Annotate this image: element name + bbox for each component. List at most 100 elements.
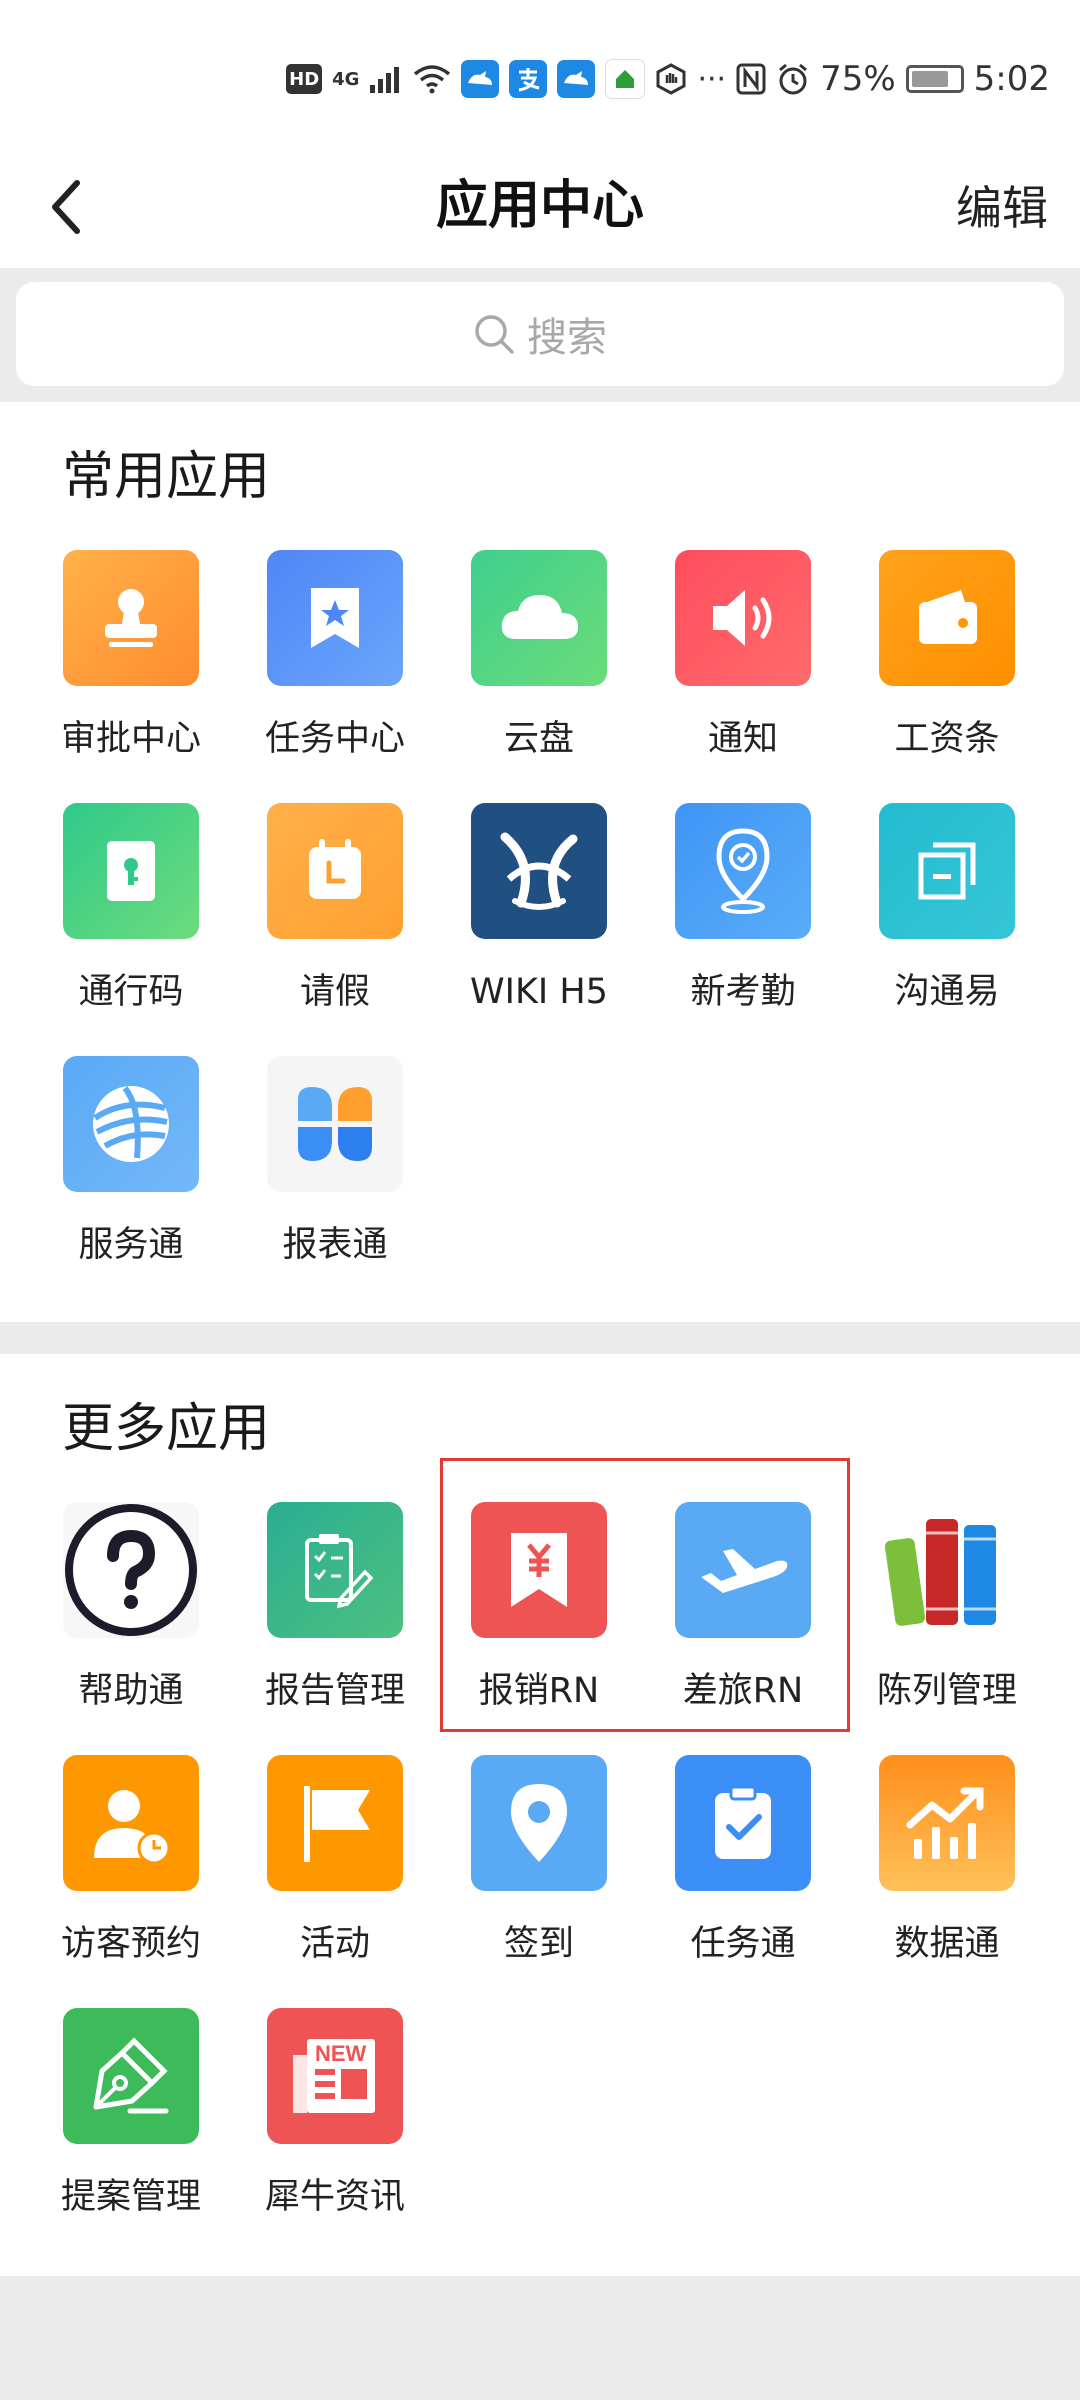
app-data-tong[interactable]: 数据通 xyxy=(845,1752,1049,1982)
app-label: 陈列管理 xyxy=(876,1671,1017,1711)
window-stack-icon xyxy=(879,803,1015,939)
status-bar: HD 4G ··· 75% 5:02 xyxy=(0,0,1080,150)
app-label: 任务通 xyxy=(690,1924,796,1964)
news-icon: NEW xyxy=(267,2008,403,2144)
app-label: 犀牛资讯 xyxy=(264,2177,405,2217)
chart-trend-icon xyxy=(879,1755,1015,1891)
app-label: 任务中心 xyxy=(264,719,405,759)
signal-icon xyxy=(369,65,403,93)
app-task-tong[interactable]: 任务通 xyxy=(641,1752,845,1982)
wifi-icon xyxy=(413,64,451,94)
rhino-app-icon-2 xyxy=(557,60,596,98)
app-help[interactable]: 帮助通 xyxy=(29,1499,233,1729)
app-approval-center[interactable]: 审批中心 xyxy=(29,547,233,777)
app-label: 云盘 xyxy=(503,719,574,759)
app-cloud-disk[interactable]: 云盘 xyxy=(437,547,641,777)
section-title: 更多应用 xyxy=(62,1399,271,1459)
anjuke-app-icon xyxy=(605,59,646,99)
app-travel[interactable]: 差旅RN xyxy=(641,1499,845,1729)
app-label: 数据通 xyxy=(894,1924,1000,1964)
app-label: WIKI H5 xyxy=(470,972,608,1012)
app-goutongyi[interactable]: 沟通易 xyxy=(845,800,1049,1030)
app-label: 帮助通 xyxy=(78,1671,184,1711)
app-wiki[interactable]: WIKI H5 xyxy=(437,800,641,1030)
flag-icon xyxy=(267,1755,403,1891)
clipboard-check-icon xyxy=(675,1755,811,1891)
battery-percent: 75% xyxy=(820,59,896,99)
search-placeholder: 搜索 xyxy=(527,315,607,361)
rhino-app-icon xyxy=(461,60,500,98)
alipay-app-icon xyxy=(509,60,548,98)
svg-text:NEW: NEW xyxy=(315,2041,367,2066)
app-proposal-management[interactable]: 提案管理 xyxy=(29,2005,233,2235)
app-label: 访客预约 xyxy=(60,1924,201,1964)
app-visitor-booking[interactable]: 访客预约 xyxy=(29,1752,233,1982)
alarm-icon xyxy=(776,62,810,96)
hand-shield-icon xyxy=(655,63,687,95)
search-icon xyxy=(475,315,514,354)
app-label: 报告管理 xyxy=(264,1671,405,1711)
app-notification[interactable]: 通知 xyxy=(641,547,845,777)
nfc-icon xyxy=(736,63,766,95)
app-leave[interactable]: 请假 xyxy=(233,800,437,1030)
more-apps-section: 更多应用 帮助通 报告管理 报销RN 差旅RN 陈列管理 访客预约 活动 签到 … xyxy=(0,1354,1080,2276)
location-check-icon xyxy=(675,803,811,939)
map-pin-icon xyxy=(471,1755,607,1891)
four-leaf-icon xyxy=(267,1056,403,1192)
calendar-icon xyxy=(267,803,403,939)
search-input[interactable]: 搜索 xyxy=(16,282,1064,386)
app-label: 审批中心 xyxy=(60,719,201,759)
cloud-icon xyxy=(471,550,607,686)
stamp-icon xyxy=(63,550,199,686)
app-label: 工资条 xyxy=(894,719,1000,759)
app-pass-code[interactable]: 通行码 xyxy=(29,800,233,1030)
app-label: 通知 xyxy=(707,719,778,759)
common-apps-section: 常用应用 审批中心 任务中心 云盘 通知 工资条 通行码 请假 WIKI H5 … xyxy=(0,402,1080,1322)
status-icons: HD 4G ··· 75% 5:02 xyxy=(286,54,1050,104)
search-area: 搜索 xyxy=(0,268,1080,402)
app-task-center[interactable]: 任务中心 xyxy=(233,547,437,777)
app-label: 签到 xyxy=(503,1924,574,1964)
confluence-logo-icon xyxy=(471,803,607,939)
question-icon xyxy=(63,1502,199,1638)
yen-bookmark-icon xyxy=(471,1502,607,1638)
app-rhino-news[interactable]: NEW 犀牛资讯 xyxy=(233,2005,437,2235)
wallet-icon xyxy=(879,550,1015,686)
app-label: 活动 xyxy=(299,1924,370,1964)
pen-nib-icon xyxy=(63,2008,199,2144)
battery-icon xyxy=(905,65,964,93)
key-card-icon xyxy=(63,803,199,939)
app-label: 请假 xyxy=(299,972,370,1012)
app-label: 报表通 xyxy=(282,1225,388,1265)
app-label: 报销RN xyxy=(478,1671,600,1711)
network-type: 4G xyxy=(332,68,360,90)
more-dots-icon: ··· xyxy=(697,61,727,97)
app-label: 沟通易 xyxy=(894,972,1000,1012)
app-report-management[interactable]: 报告管理 xyxy=(233,1499,437,1729)
report-clipboard-icon xyxy=(267,1502,403,1638)
visitor-clock-icon xyxy=(63,1755,199,1891)
app-label: 提案管理 xyxy=(60,2177,201,2217)
edit-button[interactable]: 编辑 xyxy=(956,174,1048,242)
clock: 5:02 xyxy=(973,59,1050,99)
app-reimbursement[interactable]: 报销RN xyxy=(437,1499,641,1729)
app-label: 服务通 xyxy=(78,1225,184,1265)
speaker-icon xyxy=(675,550,811,686)
app-payslip[interactable]: 工资条 xyxy=(845,547,1049,777)
swirl-logo-icon xyxy=(63,1056,199,1192)
app-activity[interactable]: 活动 xyxy=(233,1752,437,1982)
airplane-icon xyxy=(675,1502,811,1638)
app-label: 差旅RN xyxy=(682,1671,804,1711)
bookmark-star-icon xyxy=(267,550,403,686)
app-attendance[interactable]: 新考勤 xyxy=(641,800,845,1030)
page-title: 应用中心 xyxy=(435,176,644,236)
app-label: 新考勤 xyxy=(690,972,796,1012)
books-icon xyxy=(879,1502,1015,1638)
app-check-in[interactable]: 签到 xyxy=(437,1752,641,1982)
app-report[interactable]: 报表通 xyxy=(233,1053,437,1283)
navigation-bar: 应用中心 编辑 xyxy=(0,150,1080,268)
app-display-management[interactable]: 陈列管理 xyxy=(845,1499,1049,1729)
app-label: 通行码 xyxy=(78,972,184,1012)
section-title: 常用应用 xyxy=(62,447,271,507)
app-service[interactable]: 服务通 xyxy=(29,1053,233,1283)
